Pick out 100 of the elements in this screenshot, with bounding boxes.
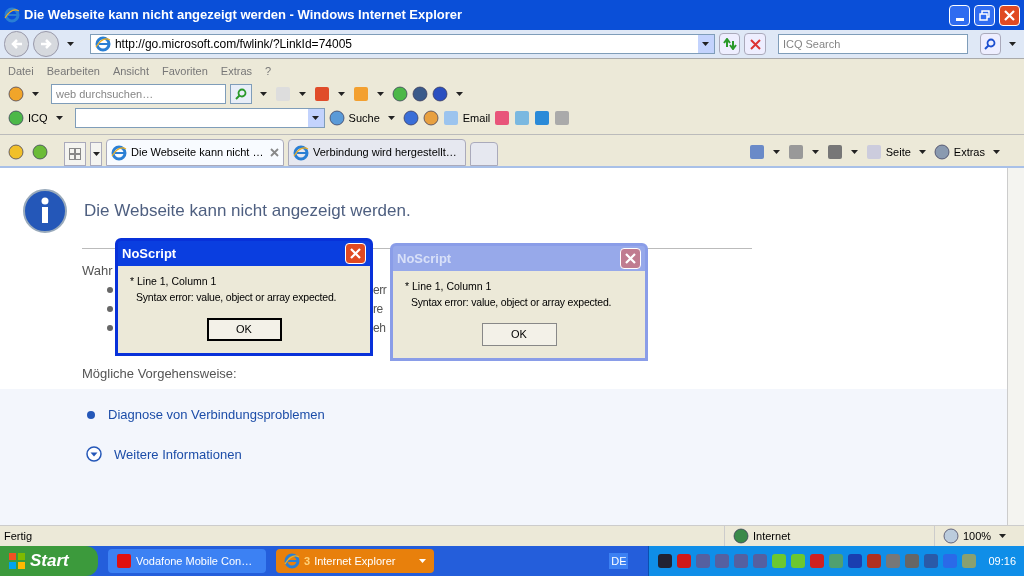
caret-icon[interactable] [772, 150, 780, 154]
options-heading: Mögliche Vorgehensweise: [82, 364, 237, 383]
icq-search-field[interactable] [74, 108, 325, 128]
menu-item[interactable]: Favoriten [162, 62, 208, 80]
expand-icon[interactable] [86, 446, 102, 463]
error-line: * Line 1, Column 1 [405, 279, 493, 294]
caret-icon[interactable] [338, 92, 345, 96]
zoom-level[interactable]: 100% [963, 527, 992, 545]
close-icon [749, 38, 761, 50]
caret-icon[interactable] [66, 42, 74, 46]
forward-button[interactable] [33, 31, 59, 57]
browser-tab[interactable]: Verbindung wird hergestellt… [288, 139, 466, 166]
address-field[interactable]: http://go.microsoft.com/fwlink/?LinkId=74005 [89, 34, 715, 54]
close-button[interactable] [620, 248, 641, 269]
intro-text: Wahr [82, 262, 113, 280]
caret-icon[interactable] [850, 150, 858, 154]
caret-icon[interactable] [299, 92, 306, 96]
bullet-text: re [373, 301, 383, 318]
url-text: http://go.microsoft.com/fwlink/?LinkId=74005 [114, 36, 353, 53]
menu-item[interactable]: Ansicht [112, 62, 149, 80]
search-button[interactable] [979, 33, 1002, 55]
tray-icon[interactable] [657, 553, 674, 569]
menu-item[interactable]: Extras [220, 62, 253, 80]
caret-icon[interactable] [387, 116, 395, 120]
caret-icon [419, 559, 426, 563]
browser-tab[interactable]: Die Webseite kann nicht … [106, 139, 284, 166]
caret-icon[interactable] [811, 150, 819, 154]
minimize-icon [955, 17, 964, 21]
error-line: * Line 1, Column 1 [130, 274, 218, 289]
new-tab-button[interactable] [470, 142, 498, 166]
bullet-icon [107, 287, 113, 293]
close-button[interactable] [345, 243, 366, 264]
tab-label: Verbindung wird hergestellt… [313, 145, 458, 161]
action-link[interactable]: Weitere Informationen [114, 444, 242, 464]
close-button[interactable] [999, 4, 1020, 26]
tray-icon[interactable] [847, 553, 864, 569]
caret-icon[interactable] [918, 150, 926, 154]
window-title: Die Webseite kann nicht angezeigt werden - Windows Internet Explorer [24, 6, 464, 25]
tools-menu[interactable]: Extras [953, 143, 985, 161]
caret-icon[interactable] [55, 116, 63, 120]
close-icon [1004, 9, 1015, 21]
caret-icon[interactable] [456, 92, 463, 96]
bullet-text: err [373, 282, 387, 299]
search-label[interactable]: Suche [348, 109, 380, 127]
ok-button[interactable]: OK [206, 317, 282, 341]
refresh-icon [722, 38, 737, 50]
menu-item[interactable]: Bearbeiten [46, 62, 100, 80]
bullet-icon [107, 325, 113, 331]
menu-item[interactable]: Datei [8, 62, 34, 80]
zone-text: Internet [753, 528, 791, 544]
tray-icon[interactable] [676, 553, 693, 569]
e-logo-icon [4, 7, 20, 23]
caret-icon[interactable] [377, 92, 384, 96]
caret-icon[interactable] [993, 150, 1000, 154]
arrow-right-icon [40, 38, 53, 50]
taskbar-button[interactable]: Vodafone Mobile Con… [108, 549, 266, 573]
close-icon [350, 248, 361, 259]
window-count: 3 [304, 553, 311, 569]
stop-button[interactable] [744, 33, 766, 55]
bullet-text: eh [373, 320, 386, 337]
caret-icon[interactable] [32, 92, 39, 96]
restore-button[interactable] [974, 4, 995, 26]
page-heading: Die Webseite kann nicht angezeigt werden. [84, 200, 411, 223]
back-button[interactable] [4, 31, 30, 57]
icq-label[interactable]: ICQ [28, 109, 48, 127]
search-field[interactable]: ICQ Search [777, 34, 968, 54]
action-link[interactable]: Diagnose von Verbindungsproblemen [108, 405, 325, 425]
status-text: Fertig [3, 528, 34, 544]
menu-item[interactable]: ? [265, 62, 272, 80]
language-indicator[interactable]: DE [609, 552, 629, 570]
e-logo-icon [111, 144, 127, 161]
scrollbar[interactable] [1007, 168, 1024, 525]
clock: 09:16 [988, 553, 1016, 569]
start-button[interactable]: Start [0, 546, 98, 576]
bullet-icon [86, 409, 96, 420]
dialog-title: NoScript [122, 244, 177, 263]
caret-icon[interactable] [260, 92, 267, 96]
tab-list-button[interactable] [90, 142, 102, 166]
caret-icon[interactable] [999, 534, 1007, 538]
email-label[interactable]: Email [462, 109, 491, 127]
caret-icon[interactable] [702, 42, 710, 46]
ok-button[interactable]: OK [481, 322, 557, 346]
e-logo-icon [284, 553, 300, 569]
e-logo-icon [293, 144, 309, 161]
arrow-left-icon [10, 38, 23, 50]
error-message: Syntax error: value, object or array expected. [411, 294, 612, 310]
taskbar-button-label: Internet Explorer [314, 553, 397, 569]
search-button[interactable] [230, 84, 252, 104]
search-icon [984, 38, 997, 50]
caret-icon[interactable] [92, 152, 100, 156]
caret-icon[interactable] [1009, 42, 1017, 46]
dropdown-button[interactable] [697, 35, 714, 53]
web-search-field[interactable]: web durchsuchen… [51, 84, 226, 104]
page-menu[interactable]: Seite [885, 143, 911, 161]
tray-icon[interactable] [923, 553, 940, 569]
caret-icon[interactable] [312, 116, 320, 120]
minimize-button[interactable] [949, 4, 970, 26]
close-icon[interactable] [270, 148, 279, 157]
tray-icon[interactable] [866, 553, 883, 569]
e-logo-icon [94, 36, 111, 52]
